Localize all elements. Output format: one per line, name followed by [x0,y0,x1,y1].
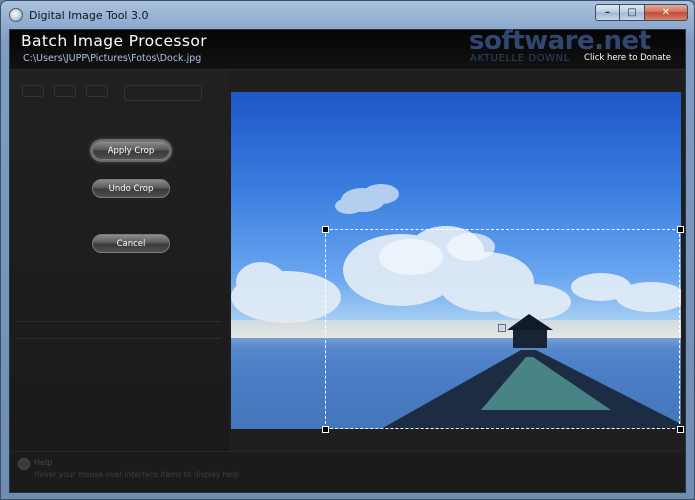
maximize-button[interactable]: □ [620,4,645,21]
ghost-divider [16,321,221,339]
help-area: Help Hover your mouse over interface ite… [10,451,685,492]
ghost-toolbar-item [22,85,44,97]
crop-controls-panel: Apply Crop Undo Crop Cancel [10,71,229,451]
help-icon [18,458,30,470]
watermark-logo-text: software.net [469,26,651,56]
ghost-toolbar [22,85,202,101]
small-cloud [335,184,399,214]
application-window: Digital Image Tool 3.0 – □ ✕ Batch Image… [0,0,695,500]
minimize-button[interactable]: – [595,4,620,21]
crop-center-marker[interactable] [498,324,506,332]
crop-handle-top-left[interactable] [322,226,329,233]
cancel-button[interactable]: Cancel [92,234,170,253]
file-path-label: C:\Users\JUPP\Pictures\Fotos\Dock.jpg [23,53,202,64]
ghost-toolbar-item [54,85,76,97]
donate-link[interactable]: Click here to Donate [584,53,671,63]
crop-handle-top-right[interactable] [677,226,684,233]
close-icon: ✕ [661,7,671,18]
apply-crop-button[interactable]: Apply Crop [92,141,170,160]
ghost-toolbar-item [86,85,108,97]
caption-buttons: – □ ✕ [595,4,688,21]
app-icon[interactable] [9,8,23,22]
crop-handle-bottom-right[interactable] [677,426,684,433]
client-area: Batch Image Processor C:\Users\JUPP\Pict… [9,26,686,493]
undo-crop-button[interactable]: Undo Crop [92,179,170,198]
watermark-logo: software.net AKTUELLE DOWNL Click here t… [469,26,679,68]
help-title: Help [34,458,53,467]
window-title: Digital Image Tool 3.0 [29,8,149,22]
help-text: Hover your mouse over interface items to… [34,470,239,479]
page-title: Batch Image Processor [21,32,208,50]
close-button[interactable]: ✕ [645,4,688,21]
title-bar[interactable]: Digital Image Tool 3.0 – □ ✕ [1,1,694,29]
app-header: Batch Image Processor C:\Users\JUPP\Pict… [10,26,685,70]
ghost-toolbar-field [124,85,202,101]
minimize-icon: – [605,7,610,18]
watermark-subtitle: AKTUELLE DOWNL [470,53,570,64]
crop-handle-bottom-left[interactable] [322,426,329,433]
maximize-icon: □ [627,7,637,18]
